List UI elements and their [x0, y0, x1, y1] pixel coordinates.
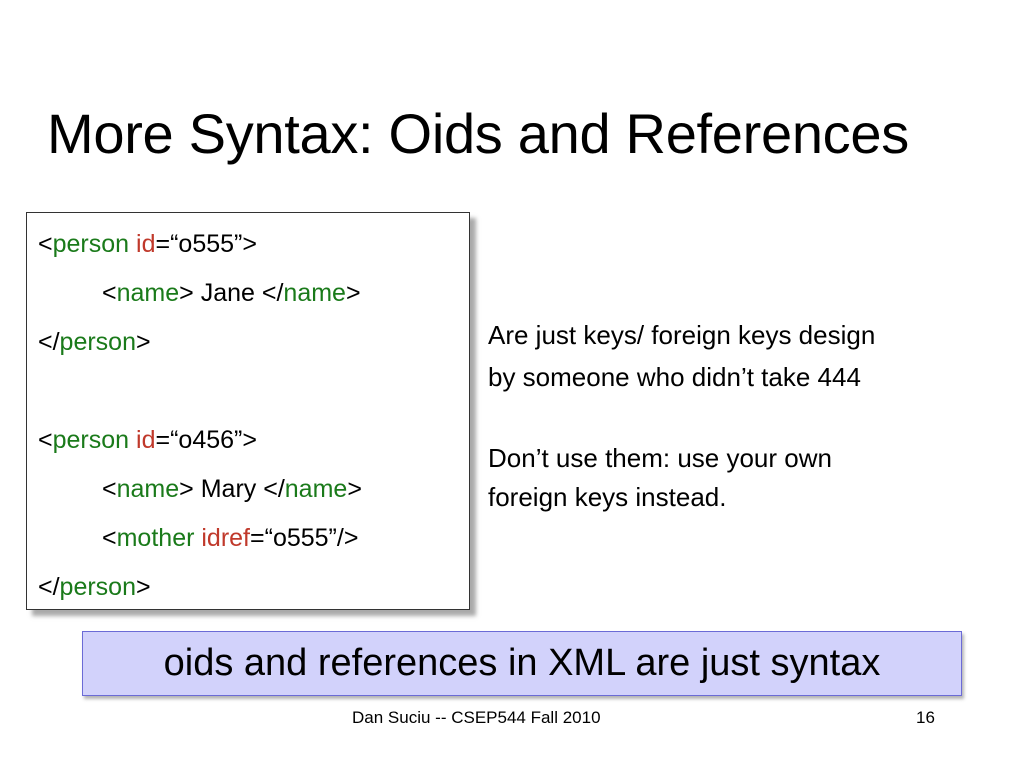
code-box: <person id=“o555”> <name> Jane </name> <…: [26, 212, 470, 610]
code-tag: person: [59, 328, 136, 356]
code-line-5: <name> Mary </name>: [102, 474, 362, 504]
code-tag: name: [116, 475, 180, 503]
page-number: 16: [916, 708, 935, 727]
code-punct: </: [261, 279, 284, 307]
code-punct: <: [38, 230, 53, 258]
code-tag: name: [284, 475, 348, 503]
code-punct: >: [136, 328, 151, 356]
code-line-6: <mother idref=“o555”/>: [102, 523, 358, 553]
code-text: Mary: [193, 475, 264, 503]
code-punct: >: [179, 279, 194, 307]
code-punct: </: [263, 475, 285, 503]
code-punct: <: [38, 426, 53, 454]
code-tag: name: [283, 279, 346, 307]
code-punct: <: [102, 279, 117, 307]
code-tag: person: [52, 426, 130, 454]
code-line-4: <person id=“o456”>: [38, 425, 257, 455]
code-attr: id: [136, 230, 156, 258]
code-attr: idref: [201, 524, 251, 552]
code-text: Jane: [193, 279, 262, 307]
code-tag: mother: [116, 524, 195, 552]
code-punct: >: [347, 475, 362, 503]
code-attr: id: [136, 426, 156, 454]
code-tag: name: [116, 279, 180, 307]
code-tag: person: [52, 230, 130, 258]
code-punct: =“o555”>: [155, 230, 257, 258]
code-punct: </: [38, 573, 60, 601]
code-punct: >: [345, 279, 361, 307]
code-line-2: <name> Jane </name>: [102, 278, 361, 308]
code-punct: =“o456”>: [155, 426, 257, 454]
code-punct: <: [102, 475, 117, 503]
code-line-3: </person>: [38, 327, 151, 357]
code-tag: person: [59, 573, 136, 601]
footer-text: Dan Suciu -- CSEP544 Fall 2010: [352, 708, 601, 727]
code-line-7: </person>: [38, 572, 151, 602]
summary-banner: oids and references in XML are just synt…: [82, 631, 962, 696]
code-punct: <: [102, 524, 117, 552]
slide-title: More Syntax: Oids and References: [47, 102, 909, 165]
note-line-4: foreign keys instead.: [488, 482, 727, 512]
code-line-1: <person id=“o555”>: [38, 229, 257, 259]
code-punct: </: [38, 328, 60, 356]
note-line-1: Are just keys/ foreign keys design: [488, 320, 876, 350]
note-line-2: by someone who didn’t take 444: [488, 362, 861, 392]
note-line-3: Don’t use them: use your own: [488, 443, 832, 473]
code-punct: =“o555”/>: [250, 524, 359, 552]
code-punct: >: [136, 573, 151, 601]
code-punct: >: [179, 475, 194, 503]
